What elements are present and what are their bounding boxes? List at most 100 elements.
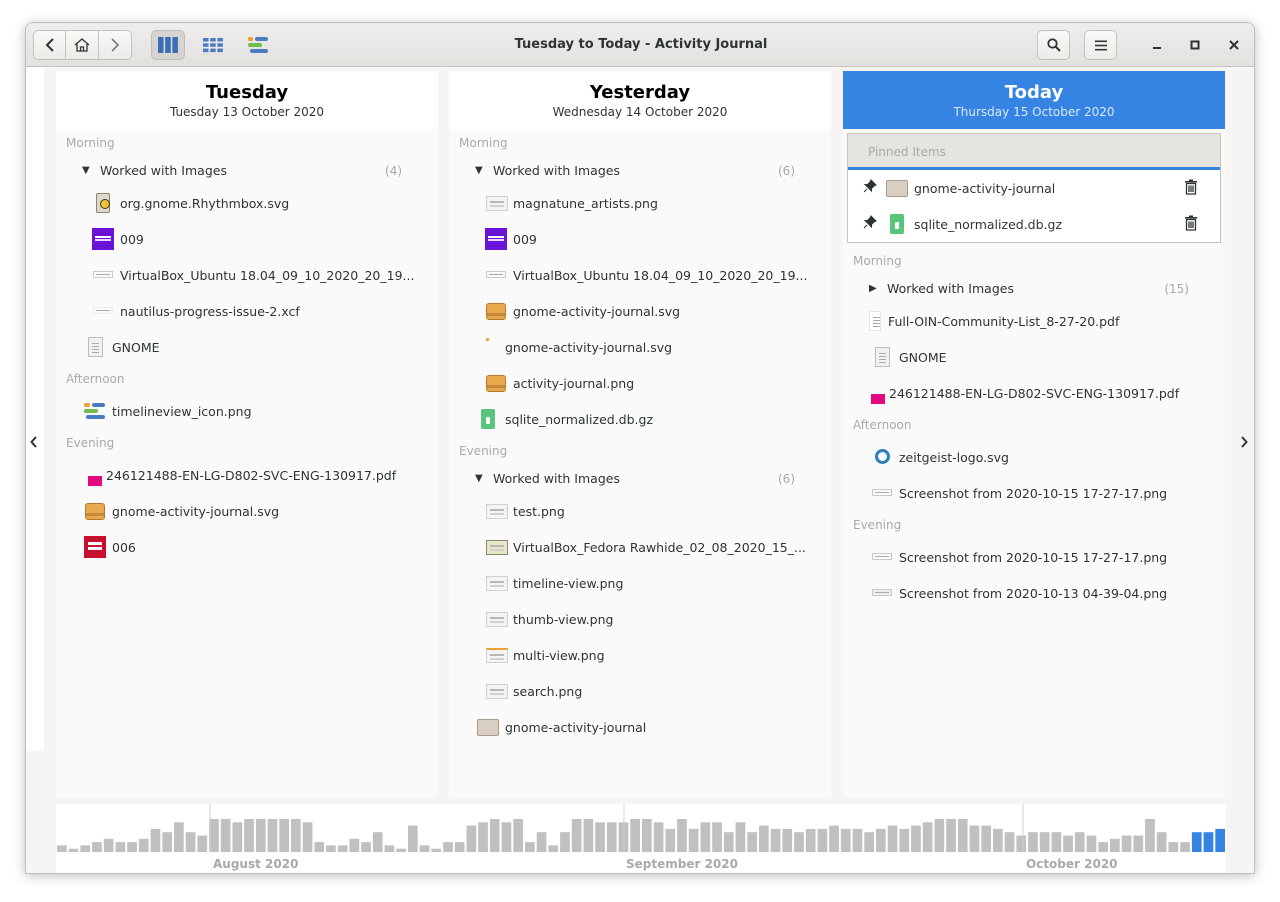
timeline-bar[interactable]	[349, 838, 360, 852]
pin-icon[interactable]	[862, 179, 878, 197]
timeline-bar[interactable]	[1133, 835, 1144, 853]
timeline-bar[interactable]	[887, 825, 898, 852]
timeline-bar[interactable]	[1016, 835, 1027, 853]
list-item[interactable]: 246121488-EN-LG-D802-SVC-ENG-130917.pdf	[843, 375, 1225, 411]
list-item[interactable]: org.gnome.Rhythmbox.svg	[56, 185, 438, 221]
timeline-bar[interactable]	[548, 845, 559, 852]
timeline-bar[interactable]	[606, 822, 617, 852]
timeline-bar[interactable]	[80, 845, 91, 852]
timeline-bar[interactable]	[372, 832, 383, 852]
timeline-bar[interactable]	[489, 819, 500, 852]
timeline-bar[interactable]	[1145, 819, 1155, 852]
list-item[interactable]: nautilus-progress-issue-2.xcf	[56, 293, 438, 329]
timeline-bar[interactable]	[209, 819, 219, 852]
timeline-bar[interactable]	[326, 845, 336, 852]
list-item[interactable]: gnome-activity-journal.svg	[449, 329, 831, 365]
timeline-bar[interactable]	[1121, 835, 1132, 853]
minimize-button[interactable]	[1147, 35, 1167, 55]
timeline-bar[interactable]	[653, 822, 664, 852]
timeline-bar[interactable]	[443, 842, 453, 852]
timeline-bar[interactable]	[993, 828, 1003, 852]
image-group[interactable]: ▼ Worked with Images (4)	[56, 157, 438, 185]
list-item[interactable]: multi-view.png	[449, 637, 831, 673]
image-group[interactable]: ▶ Worked with Images (15)	[843, 275, 1225, 303]
list-item[interactable]: gnome-activity-journal.svg	[449, 293, 831, 329]
timeline-bar[interactable]	[115, 842, 126, 852]
timeline-bar[interactable]	[829, 825, 839, 852]
maximize-button[interactable]	[1185, 35, 1205, 55]
timeline-bar[interactable]	[92, 842, 102, 852]
list-item[interactable]: VirtualBox_Fedora Rawhide_02_08_2020_15_…	[449, 529, 831, 565]
timeline-bar[interactable]	[103, 838, 114, 852]
list-item[interactable]: Screenshot from 2020-10-15 17-27-17.png	[843, 539, 1225, 575]
timeline-bar[interactable]	[1215, 828, 1225, 852]
timeline-bar[interactable]	[618, 822, 629, 852]
timeline-bar[interactable]	[1004, 832, 1015, 852]
timeline-bar[interactable]	[595, 822, 605, 852]
timeline-bar[interactable]	[946, 819, 956, 852]
trash-icon[interactable]	[1184, 179, 1198, 195]
timeline-bar[interactable]	[911, 825, 921, 852]
timeline-bar[interactable]	[583, 819, 594, 852]
timeline-bar[interactable]	[1074, 832, 1085, 852]
timeline-bar[interactable]	[1098, 842, 1108, 852]
timeline-bar[interactable]	[782, 828, 793, 852]
list-item[interactable]: test.png	[449, 493, 831, 529]
list-item[interactable]: 009	[449, 221, 831, 257]
timeline-bar[interactable]	[630, 819, 640, 852]
timeline-bar[interactable]	[396, 848, 406, 852]
list-item[interactable]: magnatune_artists.png	[449, 185, 831, 221]
close-button[interactable]	[1224, 35, 1244, 55]
image-group[interactable]: ▼ Worked with Images (6)	[449, 465, 831, 493]
timeline-bar[interactable]	[127, 842, 137, 852]
timeline-bar[interactable]	[852, 828, 863, 852]
list-item[interactable]: 246121488-EN-LG-D802-SVC-ENG-130917.pdf	[56, 457, 438, 493]
timeline-bar[interactable]	[665, 828, 676, 852]
timeline-bar[interactable]	[1028, 832, 1038, 852]
timeline-bar[interactable]	[244, 819, 254, 852]
list-item[interactable]: 006	[56, 529, 438, 565]
timeline-bar[interactable]	[302, 822, 313, 852]
timeline-bar[interactable]	[805, 828, 816, 852]
timeline-bar[interactable]	[57, 845, 67, 852]
timeline-bar[interactable]	[1180, 842, 1190, 852]
timeline-bar[interactable]	[864, 832, 874, 852]
timeline-bar[interactable]	[817, 828, 828, 852]
timeline-bar[interactable]	[431, 848, 442, 852]
list-item[interactable]: timeline-view.png	[449, 565, 831, 601]
timeline-bar[interactable]	[1191, 832, 1202, 852]
timeline-bar[interactable]	[525, 842, 535, 852]
timeline-bar[interactable]	[291, 819, 301, 852]
list-item[interactable]: Screenshot from 2020-10-13 04-39-04.png	[843, 575, 1225, 611]
list-item[interactable]: gnome-activity-journal.svg	[56, 493, 438, 529]
search-button[interactable]	[1037, 30, 1070, 60]
next-day-button[interactable]	[1240, 433, 1248, 452]
menu-button[interactable]	[1084, 30, 1117, 60]
timeline-bar[interactable]	[642, 819, 652, 852]
timeline-bar[interactable]	[337, 845, 348, 852]
list-item[interactable]: Screenshot from 2020-10-15 17-27-17.png	[843, 475, 1225, 511]
timeline-histogram[interactable]	[56, 804, 1226, 852]
timeline-bar[interactable]	[361, 842, 371, 852]
list-item[interactable]: timelineview_icon.png	[56, 393, 438, 429]
timeline-bar[interactable]	[981, 825, 991, 852]
timeline-bar[interactable]	[408, 825, 418, 852]
timeline-bar[interactable]	[384, 845, 395, 852]
timeline-bar[interactable]	[1039, 832, 1050, 852]
timeline-bar[interactable]	[174, 822, 184, 852]
timeline-bar[interactable]	[922, 822, 933, 852]
list-item[interactable]: activity-journal.png	[449, 365, 831, 401]
image-group[interactable]: ▼ Worked with Images (6)	[449, 157, 831, 185]
timeline-bar[interactable]	[571, 819, 582, 852]
pin-icon[interactable]	[862, 215, 878, 233]
timeline-bar[interactable]	[419, 845, 430, 852]
timeline-bar[interactable]	[876, 828, 886, 852]
timeline-bar[interactable]	[478, 822, 488, 852]
timeline-bar[interactable]	[255, 819, 266, 852]
list-item[interactable]: GNOME	[56, 329, 438, 365]
timeline-bar[interactable]	[759, 825, 769, 852]
timeline-bar[interactable]	[220, 819, 231, 852]
list-item[interactable]: GNOME	[843, 339, 1225, 375]
timeline-bar[interactable]	[501, 822, 512, 852]
timeline-bar[interactable]	[536, 832, 547, 852]
